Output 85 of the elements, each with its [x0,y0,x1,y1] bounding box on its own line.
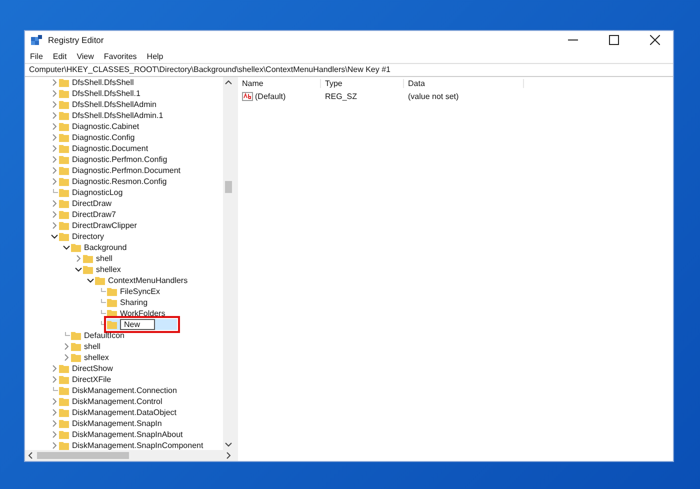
chevron-right-icon[interactable] [50,90,58,97]
string-value-icon [242,92,253,101]
tree-item[interactable]: DiskManagement.Connection [72,386,177,395]
value-type: REG_SZ [324,92,358,101]
chevron-right-icon[interactable] [74,255,82,262]
chevron-right-icon[interactable] [50,398,58,405]
chevron-right-icon[interactable] [50,112,58,119]
tree-item[interactable]: Sharing [120,298,148,307]
scroll-thumb[interactable] [37,452,129,459]
chevron-down-icon[interactable] [50,233,58,240]
menu-item[interactable]: Help [146,52,164,60]
chevron-right-icon[interactable] [50,376,58,383]
tree-item[interactable]: Directory [72,232,104,241]
tree-item[interactable]: DirectXFile [72,375,112,384]
tree-item[interactable]: Diagnostic.Document [72,144,148,153]
registry-icon [31,34,43,46]
scroll-up-icon[interactable] [225,80,232,85]
column-header[interactable]: Name [238,79,321,88]
tree-item[interactable]: DfsShell.DfsShell.1 [72,89,140,98]
tree-item[interactable]: DiagnosticLog [72,188,123,197]
tree-item[interactable]: DfsShell.DfsShellAdmin [72,100,156,109]
tree-item[interactable]: shell [84,342,100,351]
menu-item[interactable]: File [30,52,43,60]
tree-item[interactable]: Diagnostic.Config [72,133,135,142]
menu-item[interactable]: Edit [52,52,67,60]
column-header[interactable]: Type [321,79,404,88]
tree-item[interactable]: DefaultIcon [84,331,124,340]
chevron-right-icon[interactable] [50,409,58,416]
chevron-right-icon[interactable] [50,431,58,438]
tree-item[interactable]: DirectDraw7 [72,210,116,219]
tree-item[interactable]: DiskManagement.SnapInComponent [72,441,204,450]
tree-item[interactable]: DirectShow [72,364,113,373]
chevron-right-icon[interactable] [50,167,58,174]
menu-item[interactable]: View [76,52,94,60]
value-name[interactable]: (Default) [255,92,286,101]
tree-item[interactable]: DfsShell.DfsShell [72,78,134,87]
window-title: Registry Editor [48,35,104,45]
tree-item[interactable]: shellex [96,265,121,274]
tree-item[interactable]: DiskManagement.Control [72,397,162,406]
column-header[interactable]: Data [404,79,524,88]
scroll-left-icon[interactable] [28,452,33,459]
chevron-right-icon[interactable] [50,442,58,449]
tree-item[interactable]: ContextMenuHandlers [108,276,188,285]
chevron-right-icon[interactable] [50,178,58,185]
rename-field[interactable]: New [120,319,156,330]
chevron-right-icon[interactable] [62,343,70,350]
tree-item[interactable]: shellex [84,353,109,362]
maximize-icon[interactable] [609,35,619,45]
tree-item[interactable]: FileSyncEx [120,287,160,296]
tree-item[interactable]: Background [84,243,127,252]
scroll-right-icon[interactable] [226,452,231,459]
scroll-down-icon[interactable] [225,442,232,447]
tree-item[interactable]: DiskManagement.DataObject [72,408,176,417]
tree-item[interactable]: shell [96,254,112,263]
tree-item[interactable]: DirectDraw [72,199,112,208]
chevron-down-icon[interactable] [62,244,70,251]
chevron-right-icon[interactable] [50,123,58,130]
chevron-right-icon[interactable] [50,156,58,163]
menu-item[interactable]: Favorites [104,52,137,60]
chevron-right-icon[interactable] [50,101,58,108]
tree-item[interactable]: Diagnostic.Perfmon.Document [72,166,180,175]
chevron-right-icon[interactable] [50,420,58,427]
chevron-right-icon[interactable] [50,200,58,207]
tree-item[interactable]: Diagnostic.Resmon.Config [72,177,167,186]
tree-item[interactable]: Diagnostic.Perfmon.Config [72,155,168,164]
chevron-right-icon[interactable] [62,354,70,361]
horizontal-scrollbar[interactable] [25,450,234,461]
tree-item[interactable]: DfsShell.DfsShellAdmin.1 [72,111,164,120]
chevron-right-icon[interactable] [50,134,58,141]
tree-item[interactable]: DiskManagement.SnapInAbout [72,430,183,439]
chevron-down-icon[interactable] [74,266,82,273]
chevron-right-icon[interactable] [50,222,58,229]
address-field[interactable]: Computer\HKEY_CLASSES_ROOT\Directory\Background\shellex\ContextMenuHandlers\New Key #1 [25,63,673,77]
chevron-down-icon[interactable] [86,277,94,284]
tree-item[interactable]: WorkFolders [120,309,166,318]
chevron-right-icon[interactable] [50,365,58,372]
close-icon[interactable] [650,35,660,45]
chevron-right-icon[interactable] [50,211,58,218]
tree-item[interactable]: Diagnostic.Cabinet [72,122,140,131]
scroll-thumb[interactable] [225,181,232,193]
chevron-right-icon[interactable] [50,79,58,86]
tree-item[interactable]: DirectDrawClipper [72,221,137,230]
tree-item[interactable]: DiskManagement.SnapIn [72,419,162,428]
value-data: (value not set) [407,92,460,101]
chevron-right-icon[interactable] [50,145,58,152]
